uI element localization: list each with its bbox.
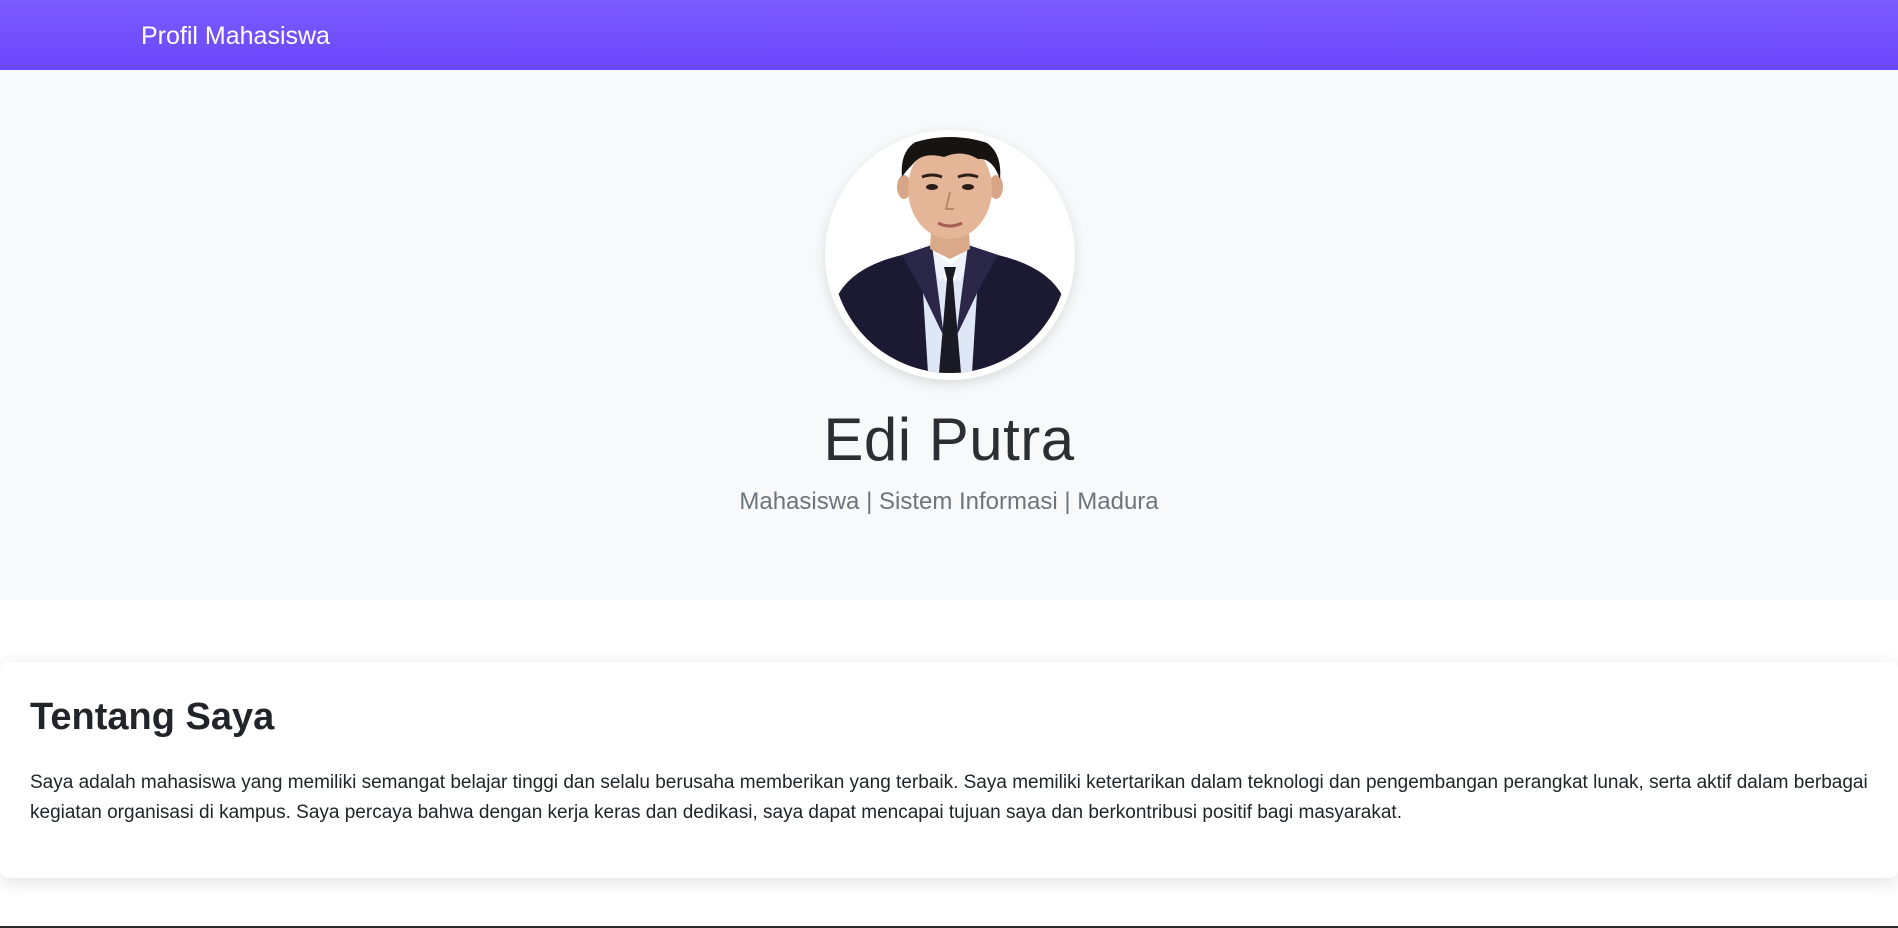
profile-name: Edi Putra bbox=[823, 406, 1075, 473]
about-title: Tentang Saya bbox=[30, 696, 275, 738]
top-navbar: Profil Mahasiswa bbox=[0, 0, 1898, 70]
avatar-frame bbox=[825, 130, 1075, 380]
profile-photo bbox=[832, 137, 1068, 373]
avatar bbox=[832, 137, 1068, 373]
profile-subtitle: Mahasiswa | Sistem Informasi | Madura bbox=[739, 488, 1159, 515]
profile-hero: Edi Putra Mahasiswa | Sistem Informasi |… bbox=[0, 70, 1898, 600]
about-card: Tentang Saya Saya adalah mahasiswa yang … bbox=[0, 662, 1898, 878]
navbar-brand-link[interactable]: Profil Mahasiswa bbox=[141, 20, 330, 52]
about-text: Saya adalah mahasiswa yang memiliki sema… bbox=[30, 772, 1868, 823]
